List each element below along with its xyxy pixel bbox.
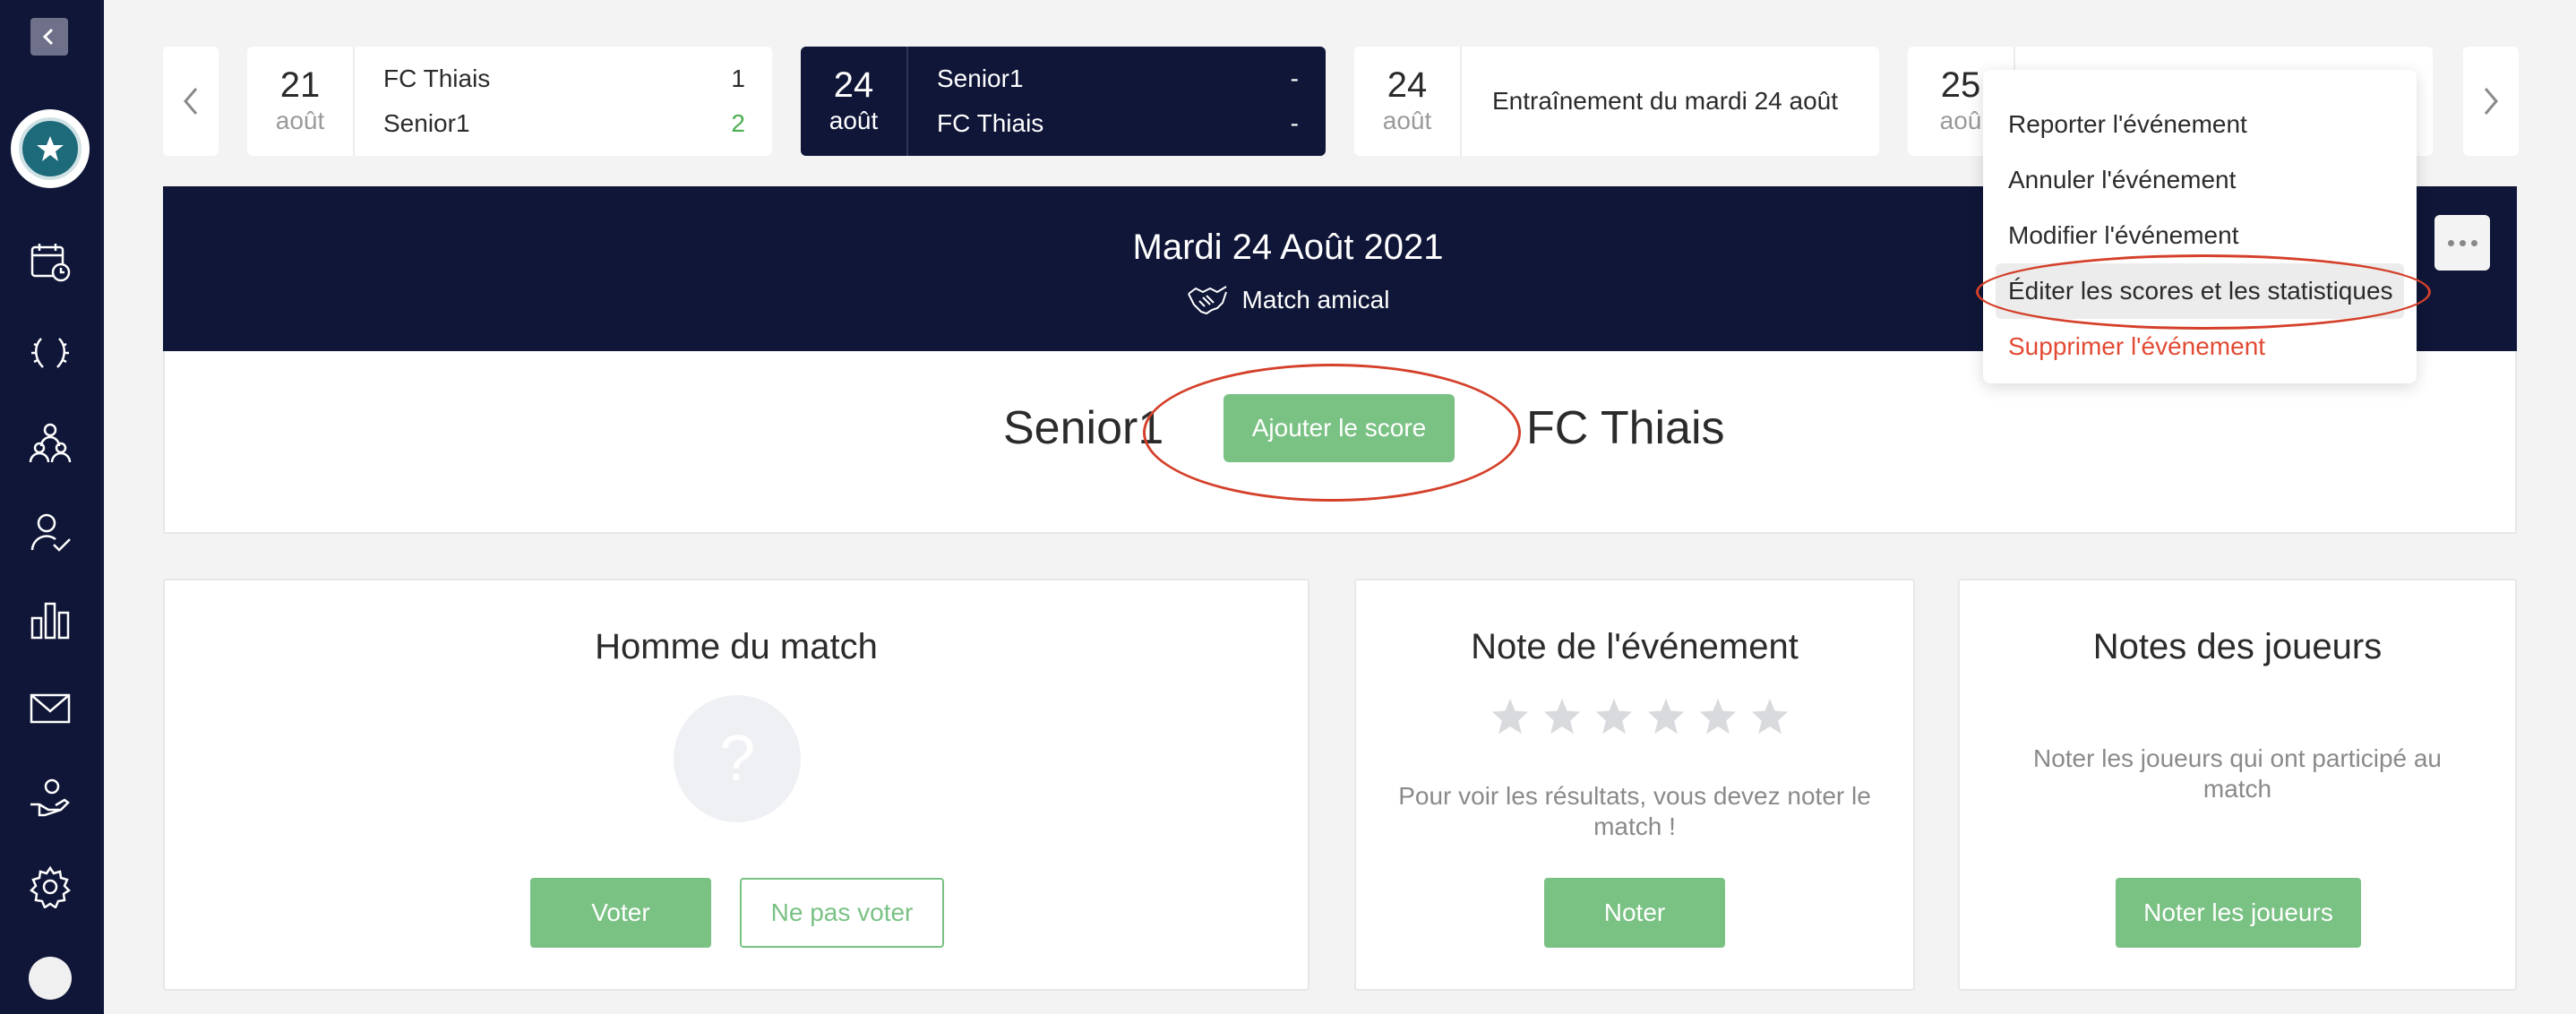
event-card-training-24[interactable]: 24 août Entraînement du mardi 24 août <box>1354 47 1879 156</box>
rate-players-button[interactable]: Noter les joueurs <box>2116 878 2361 948</box>
team-name: FC Thiais <box>937 109 1044 137</box>
rate-button[interactable]: Noter <box>1544 878 1725 948</box>
club-logo[interactable] <box>11 109 90 188</box>
event-day: 21 <box>279 65 321 105</box>
club-crest-icon <box>19 117 82 180</box>
gear-icon[interactable] <box>25 862 75 912</box>
sidebar <box>0 0 104 1014</box>
vote-button[interactable]: Voter <box>530 878 711 948</box>
team-row: FC Thiais 1 <box>383 63 745 95</box>
more-icon <box>2447 239 2454 246</box>
star-icon[interactable] <box>1594 697 1634 736</box>
chevron-right-icon <box>2484 88 2498 115</box>
rating-title: Note de l'événement <box>1471 627 1799 666</box>
team-name: Senior1 <box>937 64 1024 92</box>
player-ratings-title: Notes des joueurs <box>2092 627 2383 666</box>
motm-placeholder-avatar: ? <box>674 695 801 822</box>
stats-icon[interactable] <box>25 595 75 645</box>
team-score: - <box>1290 109 1299 137</box>
team-score: - <box>1290 64 1299 92</box>
event-month: août <box>275 107 325 134</box>
team-score: 2 <box>731 109 745 137</box>
star-icon[interactable] <box>1542 697 1582 736</box>
prev-events-button[interactable] <box>163 47 219 156</box>
team-row: FC Thiais - <box>937 107 1299 140</box>
menu-item-edit[interactable]: Modifier l'événement <box>1983 208 2417 263</box>
team-score: 1 <box>731 64 745 92</box>
star-icon[interactable] <box>1490 697 1530 736</box>
chevron-left-icon <box>42 28 54 46</box>
star-icon[interactable] <box>1750 697 1790 736</box>
mail-icon[interactable] <box>25 683 75 733</box>
event-month: août <box>1382 107 1432 134</box>
away-team-name: FC Thiais <box>1526 402 1725 454</box>
team-row: Senior1 - <box>937 63 1299 95</box>
event-teams: Senior1 - FC Thiais - <box>908 47 1326 156</box>
motm-title: Homme du match <box>595 627 878 666</box>
chevron-left-icon <box>184 88 198 115</box>
menu-item-edit-scores[interactable]: Éditer les scores et les statistiques <box>1996 263 2404 319</box>
menu-item-cancel[interactable]: Annuler l'événement <box>1983 152 2417 208</box>
event-month: août <box>829 107 879 134</box>
event-date: 24 août <box>1354 47 1462 156</box>
menu-item-delete[interactable]: Supprimer l'événement <box>1983 319 2417 374</box>
avatar[interactable] <box>29 957 72 1000</box>
event-title: Entraînement du mardi 24 août <box>1492 87 1839 115</box>
motm-card: Homme du match ? Voter Ne pas voter <box>163 579 1309 991</box>
event-teams: FC Thiais 1 Senior1 2 <box>355 47 772 156</box>
add-score-button[interactable]: Ajouter le score <box>1224 394 1455 462</box>
user-check-icon[interactable] <box>25 507 75 557</box>
event-day: 24 <box>833 65 874 105</box>
team-name: Senior1 <box>383 109 470 137</box>
next-events-button[interactable] <box>2463 47 2519 156</box>
event-card-match-21[interactable]: 21 août FC Thiais 1 Senior1 2 <box>247 47 772 156</box>
team-row: Senior1 2 <box>383 107 745 140</box>
event-options-menu: Reporter l'événement Annuler l'événement… <box>1983 70 2417 383</box>
event-day: 24 <box>1387 65 1428 105</box>
more-options-button[interactable] <box>2434 215 2490 271</box>
player-ratings-hint: Noter les joueurs qui ont participé au m… <box>2032 744 2443 803</box>
team-name: FC Thiais <box>383 64 491 92</box>
menu-item-postpone[interactable]: Reporter l'événement <box>1983 97 2417 152</box>
event-type-label: Match amical <box>1241 286 1390 314</box>
home-team-name: Senior1 <box>1003 402 1164 454</box>
laurel-icon[interactable] <box>25 328 75 378</box>
handshake-icon <box>1187 286 1227 315</box>
star-icon[interactable] <box>1698 697 1738 736</box>
star-icon[interactable] <box>1646 697 1686 736</box>
event-date: 24 août <box>801 47 908 156</box>
event-date: 21 août <box>247 47 355 156</box>
event-month: aoû <box>1939 107 1982 134</box>
event-day: 25 <box>1940 65 1981 105</box>
hand-icon[interactable] <box>25 774 75 824</box>
more-icon-dot <box>2459 239 2466 246</box>
more-icon-dot <box>2470 239 2477 246</box>
event-card-match-24-selected[interactable]: 24 août Senior1 - FC Thiais - <box>801 47 1326 156</box>
collapse-sidebar-button[interactable] <box>30 18 68 56</box>
event-rating-card: Note de l'événement Pour voir les résult… <box>1354 579 1915 991</box>
rating-hint: Pour voir les résultats, vous devez note… <box>1398 782 1871 840</box>
no-vote-button[interactable]: Ne pas voter <box>740 878 944 948</box>
player-ratings-card: Notes des joueurs Noter les joueurs qui … <box>1958 579 2517 991</box>
star-rating[interactable] <box>1490 697 1790 736</box>
team-icon[interactable] <box>25 417 75 468</box>
